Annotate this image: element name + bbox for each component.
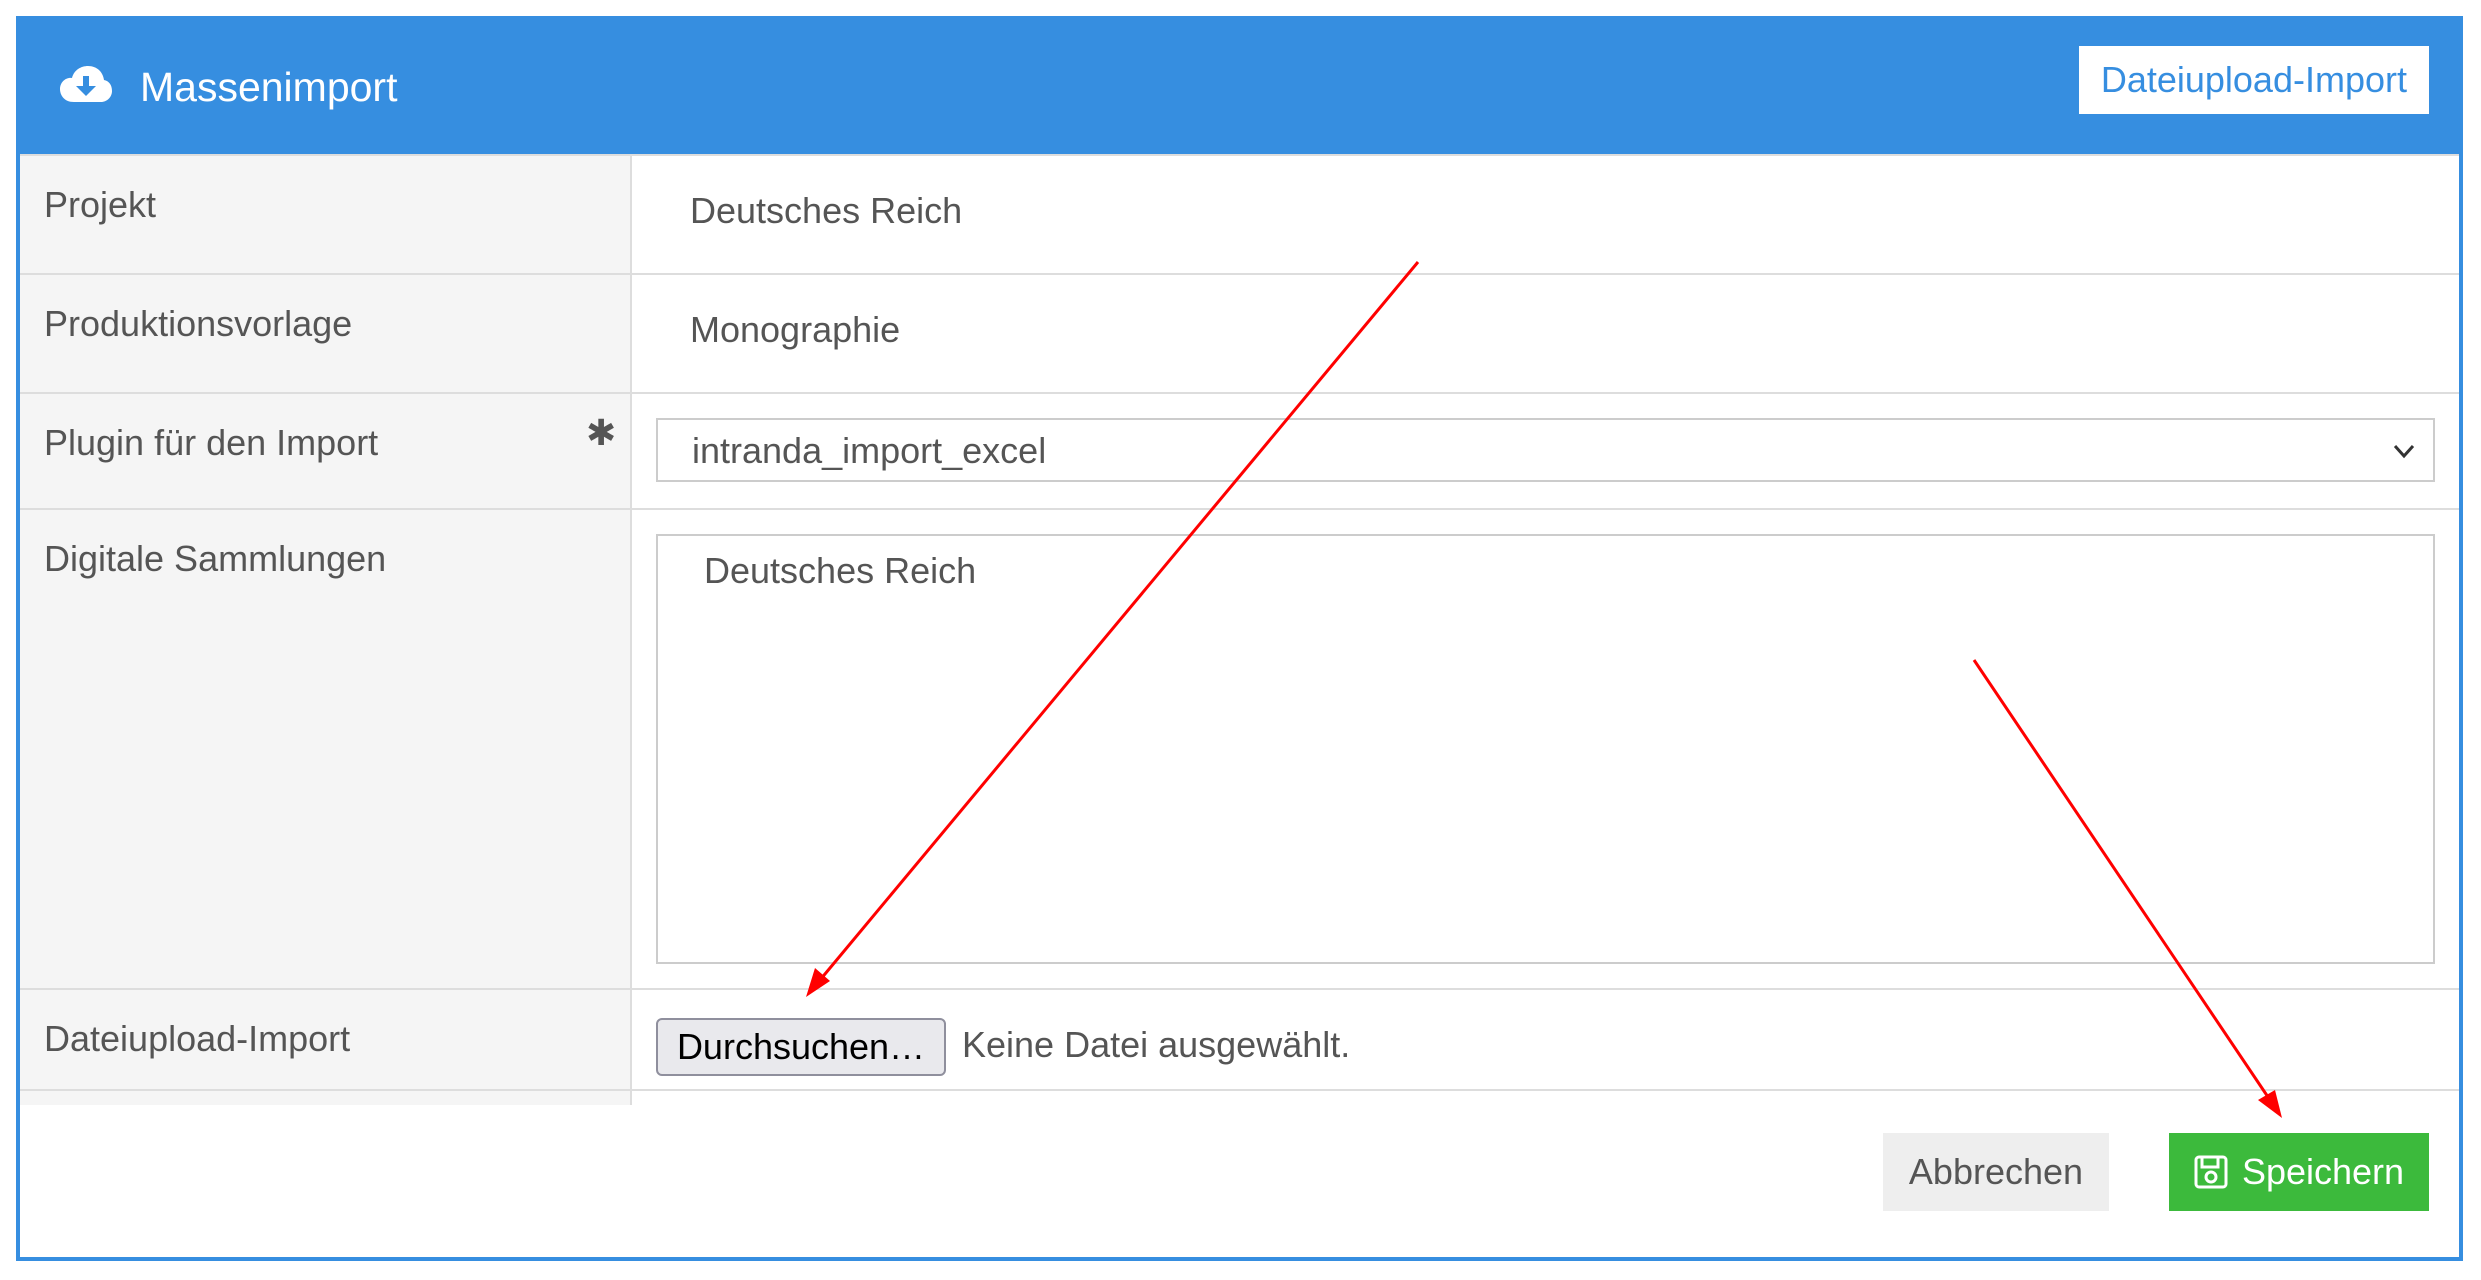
- plugin-select[interactable]: intranda_import_excel: [656, 418, 2435, 482]
- save-button[interactable]: Speichern: [2169, 1133, 2429, 1211]
- collections-label: Digitale Sammlungen: [44, 538, 387, 579]
- template-value: Monographie: [690, 309, 901, 350]
- upload-label: Dateiupload-Import: [44, 1018, 351, 1059]
- save-button-label: Speichern: [2241, 1151, 2405, 1192]
- chevron-down-icon: [2393, 444, 2415, 459]
- upload-row: Dateiupload-Import Durchsuchen… Keine Da…: [20, 988, 2459, 1105]
- cancel-button[interactable]: Abbrechen: [1883, 1133, 2109, 1211]
- project-label: Projekt: [44, 184, 157, 225]
- panel-title: Massenimport: [140, 64, 398, 110]
- mass-import-panel: Massenimport Dateiupload-Import Projekt …: [16, 16, 2463, 1261]
- floppy-disk-icon: [2194, 1155, 2228, 1189]
- plugin-select-value: intranda_import_excel: [692, 430, 1047, 471]
- template-row: Produktionsvorlage Monographie: [20, 273, 2459, 392]
- project-row: Projekt Deutsches Reich: [20, 154, 2459, 273]
- file-status: Keine Datei ausgewählt.: [962, 1024, 1351, 1065]
- required-marker-icon: ✱: [586, 412, 617, 453]
- upload-import-button[interactable]: Dateiupload-Import: [2078, 46, 2429, 114]
- browse-button[interactable]: Durchsuchen…: [656, 1018, 946, 1076]
- template-label: Produktionsvorlage: [44, 303, 353, 344]
- collection-item[interactable]: Deutsches Reich: [704, 550, 976, 592]
- plugin-row: Plugin für den Import ✱ intranda_import_…: [20, 392, 2459, 508]
- panel-header: Massenimport Dateiupload-Import: [20, 20, 2459, 154]
- cloud-download-icon: [60, 66, 112, 102]
- collections-list[interactable]: Deutsches Reich: [656, 534, 2435, 964]
- plugin-label: Plugin für den Import: [44, 422, 379, 463]
- project-value: Deutsches Reich: [690, 190, 963, 231]
- collections-row: Digitale Sammlungen Deutsches Reich: [20, 508, 2459, 988]
- panel-footer: Abbrechen Speichern: [20, 1089, 2459, 1257]
